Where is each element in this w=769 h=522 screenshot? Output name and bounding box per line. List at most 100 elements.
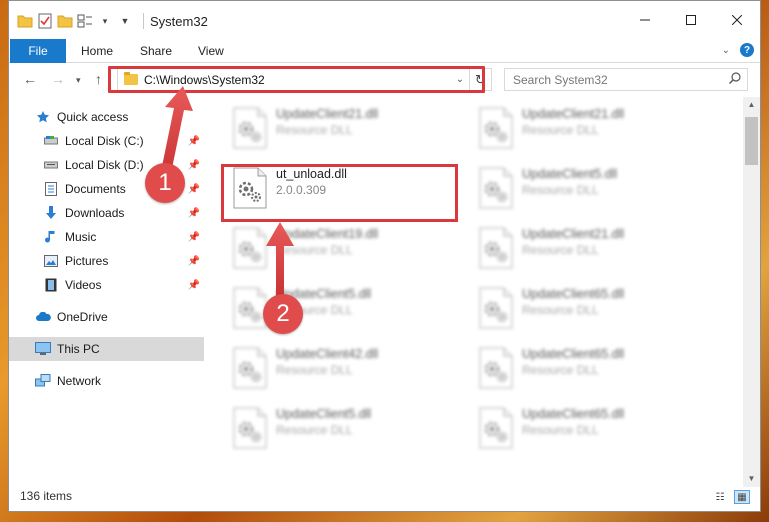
sidebar-item-pictures[interactable]: Pictures 📌 bbox=[9, 249, 204, 273]
expand-ribbon-icon[interactable]: ⌄ bbox=[722, 45, 730, 56]
item-count: 136 items bbox=[20, 489, 73, 503]
file-description: Resource DLL bbox=[522, 303, 599, 317]
sidebar-item-videos[interactable]: Videos 📌 bbox=[9, 273, 204, 297]
dll-file-icon bbox=[478, 287, 514, 329]
file-description: Resource DLL bbox=[276, 363, 353, 377]
vertical-scrollbar[interactable]: ▲ ▼ bbox=[743, 97, 760, 487]
file-tile[interactable]: UpdateClient19.dll Resource DLL bbox=[214, 221, 454, 279]
view-options-icon[interactable] bbox=[77, 13, 93, 29]
music-icon bbox=[43, 229, 59, 245]
sidebar-item-local-disk-c[interactable]: Local Disk (C:) 📌 bbox=[9, 129, 204, 153]
tab-home[interactable]: Home bbox=[81, 44, 113, 58]
ribbon-tabs: File Home Share View ⌄ ? bbox=[9, 39, 760, 63]
minimize-button[interactable] bbox=[622, 1, 668, 39]
pin-icon[interactable]: 📌 bbox=[188, 256, 200, 267]
sidebar-item-label: This PC bbox=[57, 342, 100, 356]
file-tile[interactable]: UpdateClient21.dll Resource DLL bbox=[214, 101, 454, 159]
sidebar-item-quick-access[interactable]: Quick access bbox=[9, 105, 204, 129]
up-arrow-icon[interactable]: ↑ bbox=[95, 71, 102, 87]
folder-icon[interactable] bbox=[17, 13, 33, 29]
help-icon[interactable]: ? bbox=[740, 43, 754, 57]
sidebar-item-label: Pictures bbox=[65, 254, 109, 268]
drive-icon bbox=[43, 133, 59, 149]
sidebar-item-label: Downloads bbox=[65, 206, 125, 220]
file-tile[interactable]: UpdateClient21.dll Resource DLL bbox=[460, 221, 700, 279]
file-name: UpdateClient42.dll bbox=[276, 347, 379, 361]
scroll-down-icon[interactable]: ▼ bbox=[743, 471, 760, 487]
close-button[interactable] bbox=[714, 1, 760, 39]
dll-file-icon bbox=[478, 407, 514, 449]
file-info: UpdateClient65.dll Resource DLL bbox=[522, 401, 624, 437]
search-input[interactable]: Search System32 bbox=[513, 73, 723, 87]
sidebar-item-network[interactable]: Network bbox=[9, 369, 204, 393]
sidebar-item-label: Local Disk (D:) bbox=[65, 158, 144, 172]
sidebar-item-onedrive[interactable]: OneDrive bbox=[9, 305, 204, 329]
file-tile[interactable]: UpdateClient21.dll Resource DLL bbox=[460, 101, 700, 159]
details-view-icon[interactable]: ☷ bbox=[712, 490, 728, 504]
file-description: Resource DLL bbox=[522, 423, 599, 437]
dll-file-icon bbox=[232, 347, 268, 389]
properties-icon[interactable] bbox=[37, 13, 53, 29]
file-description: Resource DLL bbox=[522, 243, 599, 257]
pin-icon[interactable]: 📌 bbox=[188, 208, 200, 219]
sidebar-item-this-pc[interactable]: This PC bbox=[9, 337, 204, 361]
file-tile[interactable]: UpdateClient65.dll Resource DLL bbox=[460, 341, 700, 399]
file-info: UpdateClient21.dll Resource DLL bbox=[276, 101, 378, 137]
file-info: UpdateClient21.dll Resource DLL bbox=[522, 101, 624, 137]
title-separator bbox=[143, 13, 144, 29]
file-tile[interactable]: UpdateClient5.dll Resource DLL bbox=[460, 161, 700, 219]
sidebar-item-downloads[interactable]: Downloads 📌 bbox=[9, 201, 204, 225]
file-info: UpdateClient5.dll Resource DLL bbox=[522, 161, 617, 197]
file-tile[interactable]: UpdateClient5.dll Resource DLL bbox=[214, 401, 454, 459]
dll-file-icon bbox=[478, 347, 514, 389]
tiles-view-icon[interactable]: ▦ bbox=[734, 490, 750, 504]
view-toggle: ☷ ▦ bbox=[712, 490, 750, 504]
pin-icon[interactable]: 📌 bbox=[188, 160, 200, 171]
file-description: Resource DLL bbox=[276, 123, 353, 137]
file-description: Resource DLL bbox=[522, 123, 599, 137]
file-info: UpdateClient65.dll Resource DLL bbox=[522, 281, 624, 317]
pin-icon[interactable]: 📌 bbox=[188, 232, 200, 243]
file-tile[interactable]: UpdateClient65.dll Resource DLL bbox=[460, 401, 700, 459]
ribbon-right-controls: ⌄ ? bbox=[722, 43, 754, 57]
recent-locations-icon[interactable]: ▾ bbox=[76, 75, 81, 86]
window-controls bbox=[622, 1, 760, 39]
tab-file[interactable]: File bbox=[10, 39, 66, 63]
file-info: UpdateClient65.dll Resource DLL bbox=[522, 341, 624, 377]
window-title: System32 bbox=[150, 14, 208, 29]
forward-arrow-icon[interactable]: → bbox=[51, 71, 65, 87]
customize-toolbar-icon[interactable]: ▼ bbox=[117, 13, 133, 29]
tab-share[interactable]: Share bbox=[140, 44, 172, 58]
pin-icon[interactable]: 📌 bbox=[188, 184, 200, 195]
file-name: UpdateClient19.dll bbox=[276, 227, 379, 241]
search-box[interactable]: Search System32 bbox=[504, 68, 748, 91]
file-tile[interactable]: UpdateClient65.dll Resource DLL bbox=[460, 281, 700, 339]
maximize-button[interactable] bbox=[668, 1, 714, 39]
dll-file-icon bbox=[232, 227, 268, 269]
file-list: UpdateClient21.dll Resource DLL ut_unload.… bbox=[214, 97, 742, 477]
pictures-icon bbox=[43, 253, 59, 269]
search-icon[interactable] bbox=[723, 72, 747, 87]
file-info: UpdateClient19.dll Resource DLL bbox=[276, 221, 378, 257]
file-name: UpdateClient65.dll bbox=[522, 287, 625, 301]
dll-file-icon bbox=[478, 107, 514, 149]
file-name: UpdateClient65.dll bbox=[522, 347, 625, 361]
new-folder-icon[interactable] bbox=[57, 13, 73, 29]
pin-icon[interactable]: 📌 bbox=[188, 136, 200, 147]
dll-file-icon bbox=[478, 227, 514, 269]
dll-file-icon bbox=[232, 287, 268, 329]
sidebar-item-music[interactable]: Music 📌 bbox=[9, 225, 204, 249]
chevron-down-icon[interactable]: ▾ bbox=[97, 13, 113, 29]
tab-view[interactable]: View bbox=[198, 44, 224, 58]
scroll-up-icon[interactable]: ▲ bbox=[743, 97, 760, 113]
file-tile[interactable]: UpdateClient5.dll Resource DLL bbox=[214, 281, 454, 339]
callout-badge-one: 1 bbox=[145, 163, 185, 203]
scrollbar-thumb[interactable] bbox=[745, 117, 758, 165]
file-tile-highlight bbox=[221, 164, 458, 222]
file-description: Resource DLL bbox=[522, 363, 599, 377]
cloud-icon bbox=[35, 309, 51, 325]
back-arrow-icon[interactable]: ← bbox=[23, 71, 37, 87]
file-name: UpdateClient21.dll bbox=[522, 227, 625, 241]
pin-icon[interactable]: 📌 bbox=[188, 280, 200, 291]
file-tile[interactable]: UpdateClient42.dll Resource DLL bbox=[214, 341, 454, 399]
